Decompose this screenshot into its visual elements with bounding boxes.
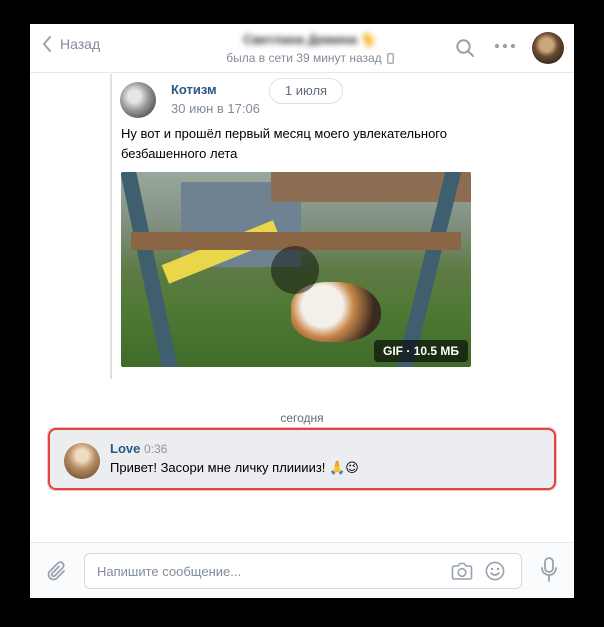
message-input[interactable] [97, 554, 437, 588]
message-input-box[interactable] [84, 553, 522, 589]
post-author-avatar[interactable] [120, 82, 156, 118]
date-pill: 1 июля [269, 78, 343, 104]
post-date[interactable]: 30 июн в 17:06 [171, 101, 260, 116]
paperclip-icon[interactable] [46, 560, 68, 584]
gif-size-badge: GIF · 10.5 МБ [374, 340, 468, 362]
play-icon [271, 246, 319, 294]
search-icon[interactable] [455, 38, 475, 58]
post-text: Ну вот и прошёл первый месяц моего увлек… [121, 126, 447, 161]
peer-name: Светлана Демина 🐈 [243, 32, 377, 47]
message-author-name[interactable]: Love [110, 441, 140, 456]
peer-avatar[interactable] [532, 32, 564, 64]
peer-status: была в сети 39 минут назад [190, 51, 430, 65]
day-separator: сегодня [280, 411, 324, 425]
back-label: Назад [60, 36, 101, 52]
chat-header: Назад Светлана Демина 🐈 была в сети 39 м… [30, 24, 574, 73]
chevron-left-icon [43, 36, 51, 52]
camera-icon[interactable] [451, 561, 473, 581]
message-author-avatar[interactable] [64, 443, 100, 479]
gif-attachment[interactable]: GIF · 10.5 МБ [121, 172, 471, 367]
message-time: 0:36 [144, 442, 168, 456]
peer-info[interactable]: Светлана Демина 🐈 была в сети 39 минут н… [190, 32, 430, 65]
message-text: Привет! Засори мне личку плииииз! 🙏😉 [110, 460, 359, 475]
chat-window: Назад Светлана Демина 🐈 была в сети 39 м… [30, 24, 574, 598]
more-icon[interactable] [494, 43, 516, 49]
phone-icon [386, 52, 394, 64]
peer-status-text: была в сети 39 минут назад [226, 51, 382, 65]
play-button[interactable] [271, 246, 319, 294]
back-button[interactable]: Назад [42, 36, 100, 52]
forwarded-post: Котизм 30 июн в 17:06 1 июля Ну вот и пр… [110, 74, 510, 379]
microphone-icon[interactable] [540, 557, 558, 583]
post-author-name[interactable]: Котизм [171, 82, 217, 97]
smile-icon[interactable] [485, 561, 505, 581]
composer [30, 542, 574, 598]
message-item[interactable]: Love 0:36 Привет! Засори мне личку плиии… [48, 428, 556, 490]
